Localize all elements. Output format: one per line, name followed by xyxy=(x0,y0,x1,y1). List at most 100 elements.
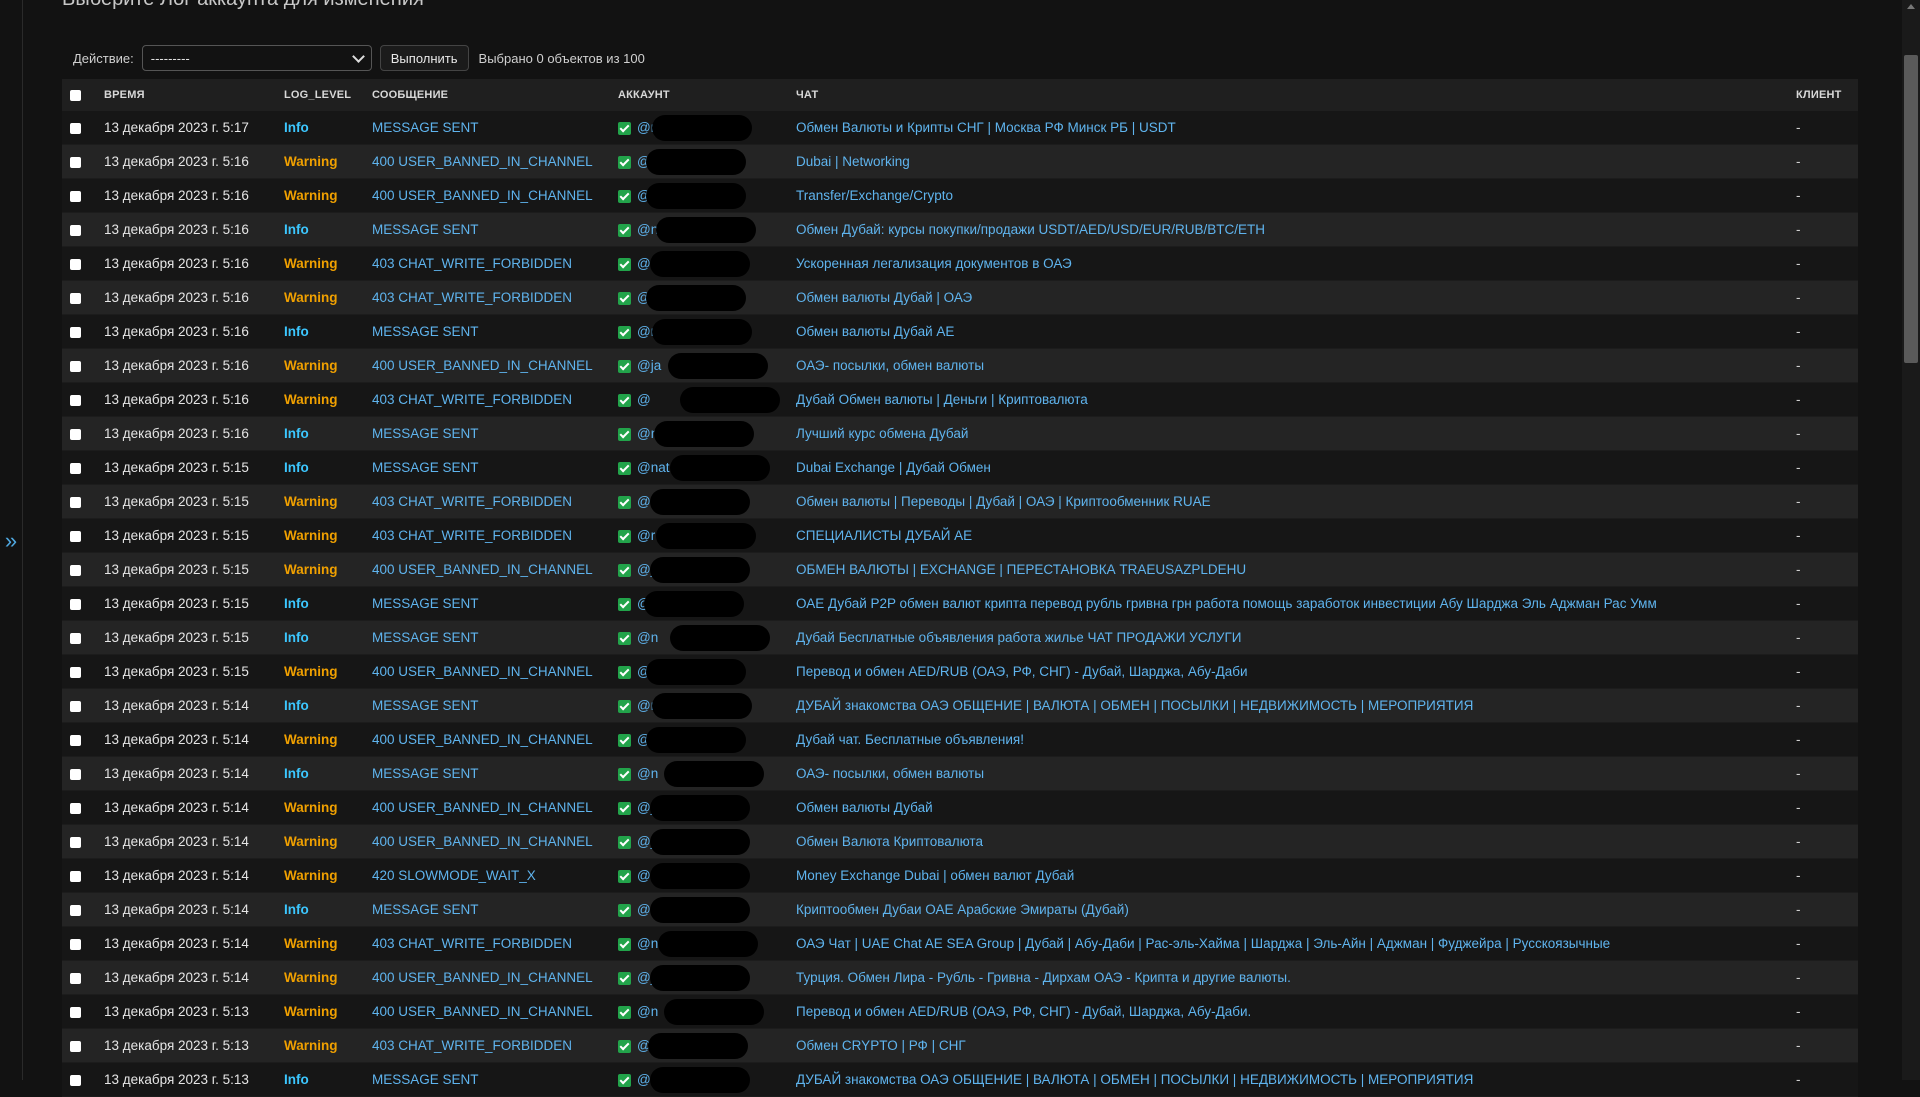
message-link[interactable]: 403 CHAT_WRITE_FORBIDDEN xyxy=(372,392,572,407)
message-link[interactable]: 400 USER_BANNED_IN_CHANNEL xyxy=(372,562,593,577)
vertical-scrollbar[interactable] xyxy=(1902,0,1920,1080)
row-checkbox[interactable] xyxy=(70,972,81,984)
chat-link[interactable]: Dubai | Networking xyxy=(796,154,910,169)
row-checkbox[interactable] xyxy=(70,292,81,304)
chat-link[interactable]: Dubai Exchange | Дубай Обмен xyxy=(796,460,991,475)
row-checkbox[interactable] xyxy=(70,768,81,780)
select-all-checkbox[interactable] xyxy=(70,89,81,101)
row-checkbox[interactable] xyxy=(70,938,81,950)
row-checkbox[interactable] xyxy=(70,156,81,168)
message-link[interactable]: 400 USER_BANNED_IN_CHANNEL xyxy=(372,664,593,679)
chat-link[interactable]: ОАЭ- посылки, обмен валюты xyxy=(796,358,984,373)
message-link[interactable]: MESSAGE SENT xyxy=(372,902,479,917)
account-link[interactable]: @ xyxy=(637,392,651,407)
row-checkbox[interactable] xyxy=(70,904,81,916)
row-checkbox[interactable] xyxy=(70,462,81,474)
message-link[interactable]: 403 CHAT_WRITE_FORBIDDEN xyxy=(372,256,572,271)
chat-link[interactable]: Обмен Валюты и Крипты СНГ | Москва РФ Ми… xyxy=(796,120,1176,135)
chat-link[interactable]: ОБМЕН ВАЛЮТЫ | EXCHANGE | ПЕРЕСТАНОВКА T… xyxy=(796,562,1246,577)
message-link[interactable]: 400 USER_BANNED_IN_CHANNEL xyxy=(372,358,593,373)
message-link[interactable]: MESSAGE SENT xyxy=(372,222,479,237)
message-link[interactable]: MESSAGE SENT xyxy=(372,460,479,475)
row-checkbox[interactable] xyxy=(70,700,81,712)
chat-link[interactable]: Перевод и обмен AED/RUB (ОАЭ, РФ, СНГ) -… xyxy=(796,664,1248,679)
account-link[interactable]: @ja xyxy=(637,358,661,373)
column-header-message[interactable]: Сообщение xyxy=(364,79,610,111)
chat-link[interactable]: Обмен Дубай: курсы покупки/продажи USDT/… xyxy=(796,222,1265,237)
sidebar-expand-icon[interactable]: » xyxy=(2,530,20,552)
chat-link[interactable]: ОАЕ Дубай P2P обмен валют крипта перевод… xyxy=(796,596,1657,611)
chat-link[interactable]: Дубай чат. Бесплатные объявления! xyxy=(796,732,1024,747)
message-link[interactable]: MESSAGE SENT xyxy=(372,426,479,441)
chat-link[interactable]: ОАЭ- посылки, обмен валюты xyxy=(796,766,984,781)
message-link[interactable]: 403 CHAT_WRITE_FORBIDDEN xyxy=(372,1038,572,1053)
chat-link[interactable]: Transfer/Exchange/Crypto xyxy=(796,188,953,203)
row-checkbox[interactable] xyxy=(70,802,81,814)
chat-link[interactable]: Турция. Обмен Лира - Рубль - Гривна - Ди… xyxy=(796,970,1291,985)
message-link[interactable]: MESSAGE SENT xyxy=(372,630,479,645)
row-checkbox[interactable] xyxy=(70,598,81,610)
row-checkbox[interactable] xyxy=(70,496,81,508)
row-checkbox[interactable] xyxy=(70,1074,81,1086)
row-checkbox[interactable] xyxy=(70,666,81,678)
chat-link[interactable]: Перевод и обмен AED/RUB (ОАЭ, РФ, СНГ) -… xyxy=(796,1004,1251,1019)
row-checkbox[interactable] xyxy=(70,360,81,372)
row-checkbox[interactable] xyxy=(70,224,81,236)
message-link[interactable]: 403 CHAT_WRITE_FORBIDDEN xyxy=(372,290,572,305)
column-header-client[interactable]: Клиент xyxy=(1788,79,1858,111)
chat-link[interactable]: Ускоренная легализация документов в ОАЭ xyxy=(796,256,1072,271)
message-link[interactable]: 403 CHAT_WRITE_FORBIDDEN xyxy=(372,528,572,543)
message-link[interactable]: 400 USER_BANNED_IN_CHANNEL xyxy=(372,732,593,747)
row-checkbox[interactable] xyxy=(70,734,81,746)
chat-link[interactable]: Обмен валюты Дубай xyxy=(796,800,933,815)
chat-link[interactable]: ОАЭ Чат | UAE Chat AE SEA Group | Дубай … xyxy=(796,936,1610,951)
scroll-up-icon[interactable] xyxy=(1907,4,1915,9)
account-link[interactable]: @r xyxy=(637,528,655,543)
message-link[interactable]: MESSAGE SENT xyxy=(372,698,479,713)
row-checkbox[interactable] xyxy=(70,258,81,270)
message-link[interactable]: 403 CHAT_WRITE_FORBIDDEN xyxy=(372,494,572,509)
account-link[interactable]: @nat xyxy=(637,460,669,475)
account-link[interactable]: @n xyxy=(637,936,658,951)
chat-link[interactable]: Обмен CRYPTO | РФ | СНГ xyxy=(796,1038,966,1053)
run-action-button[interactable]: Выполнить xyxy=(379,45,469,71)
message-link[interactable]: 400 USER_BANNED_IN_CHANNEL xyxy=(372,1004,593,1019)
chat-link[interactable]: Лучший курс обмена Дубай xyxy=(796,426,968,441)
account-link[interactable]: @n xyxy=(637,630,658,645)
chat-link[interactable]: Дубай Обмен валюты | Деньги | Криптовалю… xyxy=(796,392,1088,407)
chat-link[interactable]: ДУБАЙ знакомства ОАЭ ОБЩЕНИЕ | ВАЛЮТА | … xyxy=(796,698,1473,713)
column-header-chat[interactable]: Чат xyxy=(788,79,1788,111)
row-checkbox[interactable] xyxy=(70,836,81,848)
chat-link[interactable]: Обмен Валюта Криптовалюта xyxy=(796,834,983,849)
row-checkbox[interactable] xyxy=(70,870,81,882)
action-select[interactable]: --------- xyxy=(141,45,372,71)
chat-link[interactable]: Обмен валюты Дубай | ОАЭ xyxy=(796,290,972,305)
row-checkbox[interactable] xyxy=(70,122,81,134)
message-link[interactable]: 400 USER_BANNED_IN_CHANNEL xyxy=(372,834,593,849)
account-link[interactable]: @n xyxy=(637,1004,658,1019)
message-link[interactable]: 403 CHAT_WRITE_FORBIDDEN xyxy=(372,936,572,951)
chat-link[interactable]: СПЕЦИАЛИСТЫ ДУБАЙ AE xyxy=(796,528,972,543)
message-link[interactable]: 400 USER_BANNED_IN_CHANNEL xyxy=(372,154,593,169)
chat-link[interactable]: Money Exchange Dubai | обмен валют Дубай xyxy=(796,868,1074,883)
message-link[interactable]: MESSAGE SENT xyxy=(372,324,479,339)
column-header-log-level[interactable]: LOG_LEVEL xyxy=(276,79,364,111)
message-link[interactable]: 400 USER_BANNED_IN_CHANNEL xyxy=(372,970,593,985)
row-checkbox[interactable] xyxy=(70,326,81,338)
account-link[interactable]: @n xyxy=(637,766,658,781)
row-checkbox[interactable] xyxy=(70,1040,81,1052)
message-link[interactable]: MESSAGE SENT xyxy=(372,766,479,781)
row-checkbox[interactable] xyxy=(70,564,81,576)
row-checkbox[interactable] xyxy=(70,632,81,644)
message-link[interactable]: MESSAGE SENT xyxy=(372,120,479,135)
row-checkbox[interactable] xyxy=(70,190,81,202)
message-link[interactable]: 400 USER_BANNED_IN_CHANNEL xyxy=(372,188,593,203)
message-link[interactable]: 420 SLOWMODE_WAIT_X xyxy=(372,868,536,883)
chat-link[interactable]: Обмен валюты Дубай AE xyxy=(796,324,954,339)
column-header-account[interactable]: Аккаунт xyxy=(610,79,788,111)
row-checkbox[interactable] xyxy=(70,428,81,440)
row-checkbox[interactable] xyxy=(70,530,81,542)
account-link[interactable]: @ xyxy=(637,494,651,509)
chat-link[interactable]: Криптообмен Дубаи ОАЕ Арабские Эмираты (… xyxy=(796,902,1129,917)
scrollbar-thumb[interactable] xyxy=(1904,55,1918,363)
